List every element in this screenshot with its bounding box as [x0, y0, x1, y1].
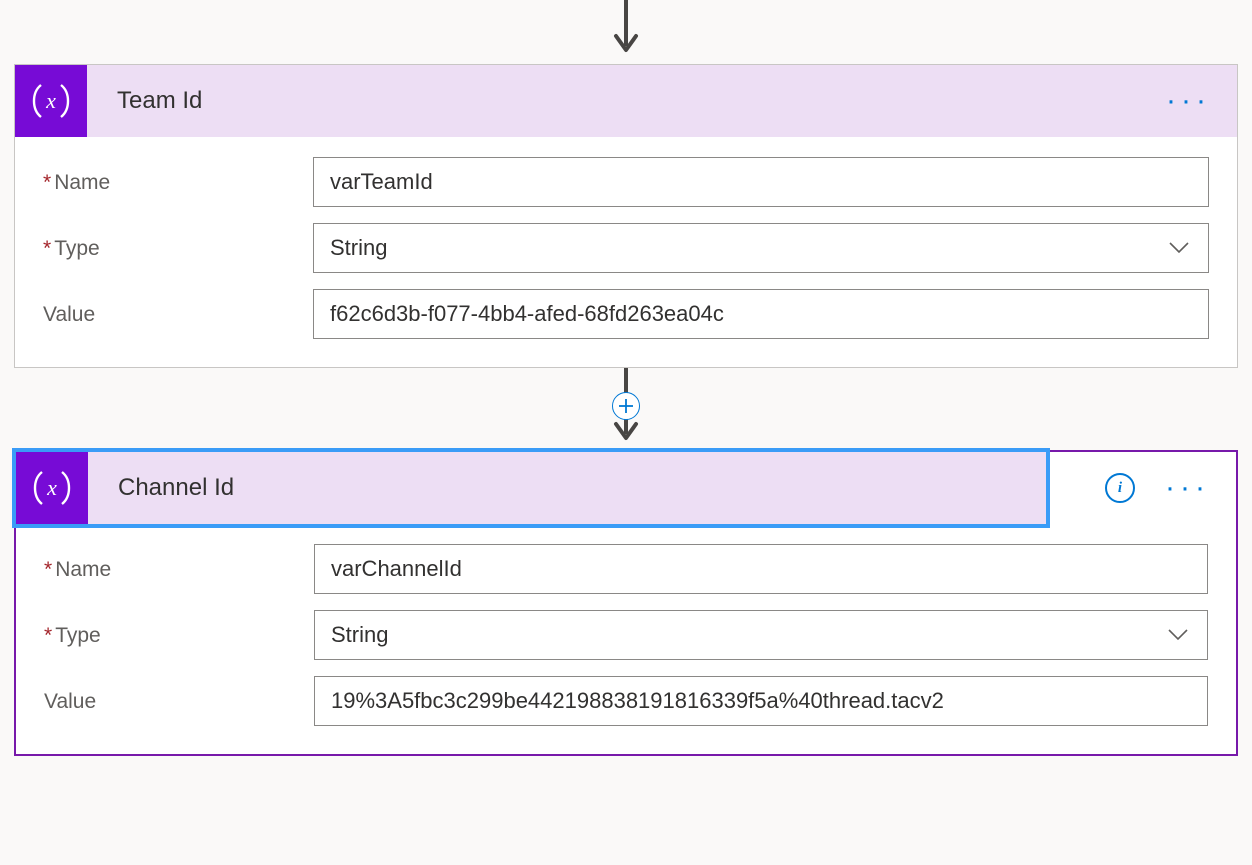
chevron-down-icon	[1168, 241, 1190, 255]
plus-icon	[618, 398, 634, 414]
field-row-value: Value	[44, 676, 1208, 726]
add-step-button[interactable]	[612, 392, 640, 420]
type-select[interactable]: String	[313, 223, 1209, 273]
type-select-value: String	[330, 235, 387, 261]
field-row-name: *Name	[43, 157, 1209, 207]
card-header-actions: i ···	[1105, 452, 1236, 524]
field-label-name: *Name	[44, 556, 314, 582]
field-label-type: *Type	[44, 622, 314, 648]
arrow-down-icon	[610, 0, 642, 64]
field-label-value: Value	[43, 301, 313, 327]
field-row-name: *Name	[44, 544, 1208, 594]
field-row-type: *Type String	[43, 223, 1209, 273]
card-body: *Name *Type String Value	[15, 137, 1237, 367]
info-icon[interactable]: i	[1105, 473, 1135, 503]
field-row-type: *Type String	[44, 610, 1208, 660]
flow-container: x Team Id ··· *Name *Type String	[14, 0, 1238, 756]
svg-text:x: x	[46, 475, 57, 500]
connector-top	[14, 0, 1238, 64]
type-select[interactable]: String	[314, 610, 1208, 660]
card-header[interactable]: x Channel Id	[16, 452, 1046, 524]
field-row-value: Value	[43, 289, 1209, 339]
card-team-id: x Team Id ··· *Name *Type String	[14, 64, 1238, 368]
card-channel-id: x Channel Id i ··· *Name *Type String	[14, 450, 1238, 756]
card-body: *Name *Type String Value	[16, 524, 1236, 754]
card-title: Channel Id	[88, 474, 1046, 502]
name-input[interactable]	[314, 544, 1208, 594]
card-title: Team Id	[87, 87, 1237, 115]
more-menu-button[interactable]: ···	[1166, 86, 1211, 116]
field-label-name: *Name	[43, 169, 313, 195]
card-header-actions: ···	[1166, 65, 1237, 137]
value-input[interactable]	[313, 289, 1209, 339]
value-input[interactable]	[314, 676, 1208, 726]
card-header[interactable]: x Team Id ···	[15, 65, 1237, 137]
name-input[interactable]	[313, 157, 1209, 207]
more-menu-button[interactable]: ···	[1165, 473, 1210, 503]
variable-icon: x	[16, 452, 88, 524]
chevron-down-icon	[1167, 628, 1189, 642]
connector-middle	[14, 368, 1238, 450]
type-select-value: String	[331, 622, 388, 648]
svg-text:x: x	[45, 88, 56, 113]
variable-icon: x	[15, 65, 87, 137]
field-label-type: *Type	[43, 235, 313, 261]
field-label-value: Value	[44, 688, 314, 714]
